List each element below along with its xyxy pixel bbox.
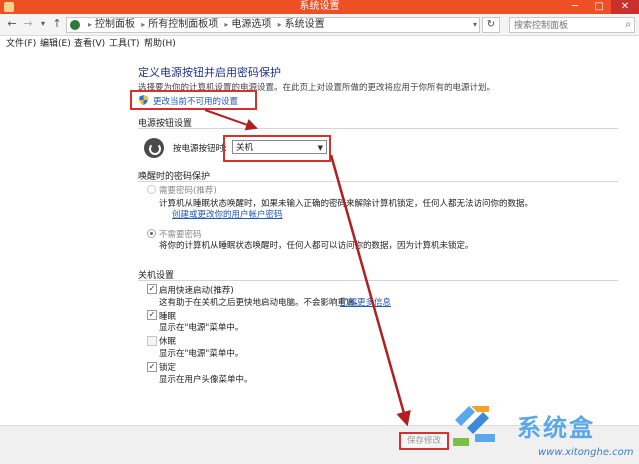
watermark-url: www.xitonghe.com <box>538 447 634 458</box>
breadcrumb-item[interactable]: 所有控制面板项 <box>148 19 218 30</box>
power-icon <box>144 138 164 158</box>
breadcrumb-item[interactable]: 控制面板 <box>95 19 135 30</box>
require-password-radio[interactable] <box>147 185 156 194</box>
search-box[interactable]: ⌕ <box>509 17 635 33</box>
refresh-icon[interactable]: ↻ <box>482 17 500 33</box>
power-button-select[interactable]: 关机 ▼ <box>232 140 327 154</box>
back-arrow-icon[interactable]: ← <box>4 17 20 31</box>
no-password-radio[interactable] <box>147 229 156 238</box>
learn-more-link[interactable]: 了解更多信息 <box>340 296 391 308</box>
up-arrow-icon[interactable]: ↑ <box>49 17 65 31</box>
fast-startup-checkbox[interactable]: ✓ <box>147 284 157 294</box>
change-settings-highlight[interactable]: 更改当前不可用的设置 <box>130 90 257 110</box>
window-title: 系统设置 <box>299 1 340 12</box>
hibernate-checkbox[interactable] <box>147 336 157 346</box>
menu-view[interactable]: 查看(V) <box>74 38 105 50</box>
menu-file[interactable]: 文件(F) <box>6 38 36 50</box>
change-settings-link[interactable]: 更改当前不可用的设置 <box>153 95 238 107</box>
breadcrumb[interactable]: ▸ 控制面板 ▸ 所有控制面板项 ▸ 电源选项 ▸ 系统设置 ▾ <box>66 17 480 33</box>
checkmark-icon: ✓ <box>148 310 156 319</box>
breadcrumb-item[interactable]: 电源选项 <box>231 19 271 30</box>
watermark-logo <box>453 406 495 446</box>
fast-startup-label: 启用快速启动(推荐) <box>159 286 234 296</box>
lock-desc: 显示在用户头像菜单中。 <box>159 375 253 385</box>
forward-arrow-icon[interactable]: → <box>20 17 36 31</box>
checkmark-icon: ✓ <box>148 362 156 371</box>
search-input[interactable] <box>510 20 618 32</box>
power-button-select-highlight: 关机 ▼ <box>223 135 331 162</box>
watermark-text: 系统盒 <box>517 414 595 442</box>
shield-icon <box>139 95 148 105</box>
divider <box>138 128 618 129</box>
address-dropdown-icon[interactable]: ▾ <box>473 18 477 32</box>
hibernate-desc: 显示在"电源"菜单中。 <box>159 349 244 359</box>
address-bar: ← → ▾ ↑ ▸控制面板 ▸所有控制面板项 ▸电源选项 ▸系统设置 ▾ ↻ ⌕ <box>0 14 639 36</box>
require-password-label: 需要密码(推荐) <box>159 186 217 196</box>
lock-label: 锁定 <box>159 363 177 373</box>
hibernate-label: 休眠 <box>159 337 177 347</box>
create-password-link[interactable]: 创建或更改你的用户帐户密码 <box>172 208 283 220</box>
control-panel-icon <box>70 20 80 30</box>
search-icon[interactable]: ⌕ <box>625 18 631 32</box>
main-content: 定义电源按钮并启用密码保护 选择要为你的计算机设置的电源设置。在此页上对设置所做… <box>0 52 639 425</box>
breadcrumb-item[interactable]: 系统设置 <box>285 19 325 30</box>
sleep-checkbox[interactable]: ✓ <box>147 310 157 320</box>
menu-tools[interactable]: 工具(T) <box>109 38 140 50</box>
power-button-label: 按电源按钮时: <box>173 144 227 154</box>
divider <box>138 280 618 281</box>
fast-startup-desc: 这有助于在关机之后更快地启动电脑。不会影响重启。 <box>159 298 364 308</box>
menu-help[interactable]: 帮助(H) <box>144 38 176 50</box>
maximize-icon[interactable]: □ <box>587 0 611 14</box>
divider <box>138 181 618 182</box>
chevron-down-icon: ▼ <box>317 144 323 152</box>
close-icon[interactable]: ✕ <box>611 0 639 14</box>
minimize-icon[interactable]: ─ <box>563 0 587 14</box>
sleep-desc: 显示在"电源"菜单中。 <box>159 323 244 333</box>
checkmark-icon: ✓ <box>148 284 156 293</box>
lock-checkbox[interactable]: ✓ <box>147 362 157 372</box>
save-button[interactable]: 保存修改 <box>399 432 449 450</box>
menu-bar: 文件(F) 编辑(E) 查看(V) 工具(T) 帮助(H) <box>0 36 639 52</box>
page-title: 定义电源按钮并启用密码保护 <box>138 66 281 79</box>
title-bar: 系统设置 ─ □ ✕ <box>0 0 639 14</box>
no-password-desc: 将你的计算机从睡眠状态唤醒时，任何人都可以访问你的数据，因为计算机未锁定。 <box>159 241 474 251</box>
menu-edit[interactable]: 编辑(E) <box>40 38 71 50</box>
